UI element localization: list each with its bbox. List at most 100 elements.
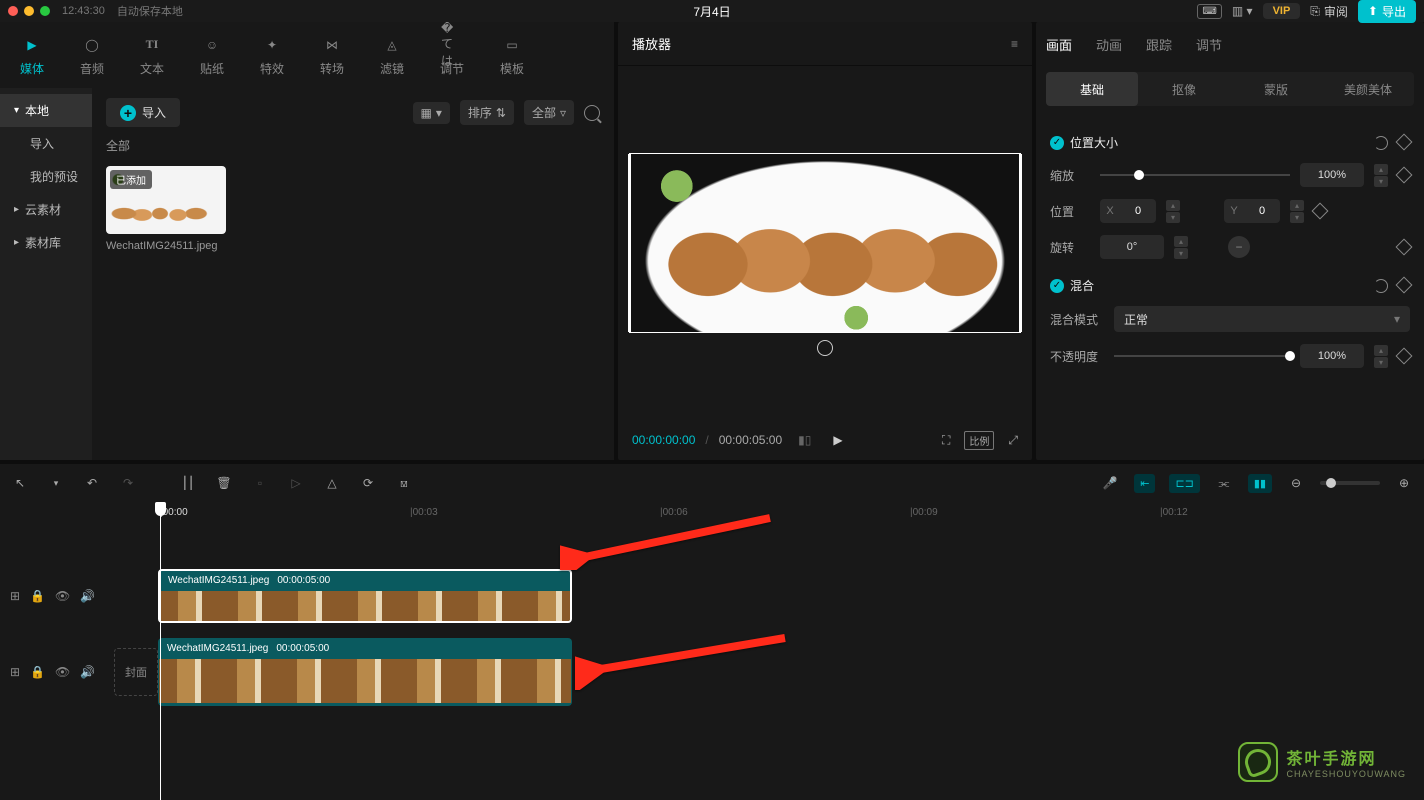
zoom-slider[interactable] — [1320, 481, 1380, 485]
subtab-mask[interactable]: 蒙版 — [1230, 72, 1322, 106]
link-button[interactable]: ⫘ — [1214, 473, 1234, 493]
keyframe-icon[interactable] — [1396, 167, 1413, 184]
playhead[interactable] — [160, 502, 161, 800]
window-maximize-icon[interactable] — [40, 6, 50, 16]
undo-button[interactable]: ↶ — [82, 473, 102, 493]
scale-value[interactable]: 100% — [1300, 163, 1364, 187]
cursor-tool[interactable]: ↖ — [10, 473, 30, 493]
pos-x-spinner[interactable]: ▴▾ — [1166, 200, 1180, 223]
freeze-frame-button[interactable]: ▫ — [250, 473, 270, 493]
tab-media[interactable]: ▶媒体 — [2, 22, 62, 88]
magnet-start-button[interactable]: ⇤ — [1134, 474, 1155, 493]
subtab-basic[interactable]: 基础 — [1046, 72, 1138, 106]
preview-canvas[interactable] — [629, 153, 1021, 333]
clip-main[interactable]: WechatIMG24511.jpeg 00:00:05:00 — [158, 638, 572, 706]
scale-slider[interactable] — [1100, 174, 1290, 176]
shortcuts-icon[interactable]: ⌨ — [1197, 4, 1221, 19]
media-thumbnail[interactable]: 已添加 WechatIMG24511.jpeg — [106, 166, 226, 252]
sidebar-item-import[interactable]: 导入 — [0, 127, 92, 160]
split-button[interactable]: ⎮⎮ — [178, 473, 198, 493]
compare-icon[interactable]: ▮▯ — [798, 433, 811, 447]
cursor-menu[interactable]: ▾ — [46, 473, 66, 493]
tab-effect[interactable]: ✦特效 — [242, 22, 302, 88]
import-button[interactable]: + 导入 — [106, 98, 180, 127]
eye-icon[interactable]: 👁 — [55, 665, 70, 679]
sort-button[interactable]: 排序⇅ — [460, 100, 514, 125]
sidebar-item-cloud[interactable]: ▸云素材 — [0, 193, 92, 226]
lock-icon[interactable]: 🔒 — [30, 589, 45, 603]
vip-badge[interactable]: VIP — [1263, 3, 1301, 19]
reset-icon[interactable] — [1374, 136, 1388, 150]
props-tab-adjust[interactable]: 调节 — [1196, 35, 1222, 54]
sidebar-item-library[interactable]: ▸素材库 — [0, 226, 92, 259]
tab-transition[interactable]: ⋈转场 — [302, 22, 362, 88]
speed-button[interactable]: ▷ — [286, 473, 306, 493]
play-button[interactable]: ▶ — [833, 433, 842, 447]
opacity-slider[interactable] — [1114, 355, 1290, 357]
search-icon[interactable] — [584, 105, 600, 121]
review-button[interactable]: ⎘ 审阅 — [1310, 3, 1348, 20]
check-icon[interactable]: ✓ — [1050, 279, 1064, 293]
mirror-button[interactable]: △ — [322, 473, 342, 493]
position-x-input[interactable]: X0 — [1100, 199, 1156, 223]
speaker-icon[interactable]: 🔊 — [80, 589, 95, 603]
props-tab-anim[interactable]: 动画 — [1096, 35, 1122, 54]
rotate-button[interactable]: ⟳ — [358, 473, 378, 493]
track-add-icon[interactable]: ⊞ — [10, 665, 20, 679]
tab-template[interactable]: ▭模板 — [482, 22, 542, 88]
eye-icon[interactable]: 👁 — [55, 589, 70, 603]
check-icon[interactable]: ✓ — [1050, 136, 1064, 150]
opacity-spinner[interactable]: ▴▾ — [1374, 345, 1388, 368]
zoom-in-button[interactable]: ⊕ — [1394, 473, 1414, 493]
rotate-spinner[interactable]: ▴▾ — [1174, 236, 1188, 259]
blend-mode-select[interactable]: 正常 ▾ — [1114, 306, 1410, 332]
mic-record-button[interactable]: 🎤 — [1100, 473, 1120, 493]
reset-icon[interactable] — [1374, 279, 1388, 293]
delete-button[interactable]: 🗑 — [214, 473, 234, 493]
subtab-matte[interactable]: 抠像 — [1138, 72, 1230, 106]
snap-button[interactable]: ▮▮ — [1248, 474, 1272, 493]
tab-audio[interactable]: ◯音频 — [62, 22, 122, 88]
tab-adjust[interactable]: �ては调节 — [422, 22, 482, 88]
filter-icon: ◬ — [381, 34, 403, 56]
pos-y-spinner[interactable]: ▴▾ — [1290, 200, 1304, 223]
sync-icon[interactable] — [817, 340, 833, 356]
track-add-icon[interactable]: ⊞ — [10, 589, 20, 603]
rotate-value[interactable]: 0° — [1100, 235, 1164, 259]
crop-button[interactable]: ⟏ — [394, 473, 414, 493]
view-grid-button[interactable]: ▦▾ — [413, 102, 450, 124]
magnet-button[interactable]: ⊏⊐ — [1169, 474, 1199, 493]
rotate-dial[interactable]: − — [1228, 236, 1250, 258]
window-close-icon[interactable] — [8, 6, 18, 16]
fullscreen-icon[interactable]: ⤢ — [1008, 433, 1018, 448]
tab-text[interactable]: TI文本 — [122, 22, 182, 88]
window-minimize-icon[interactable] — [24, 6, 34, 16]
keyframe-icon[interactable] — [1396, 276, 1413, 293]
cover-button[interactable]: 封面 — [114, 648, 158, 696]
scale-spinner[interactable]: ▴▾ — [1374, 164, 1388, 187]
tab-sticker[interactable]: ☺贴纸 — [182, 22, 242, 88]
lock-icon[interactable]: 🔒 — [30, 665, 45, 679]
opacity-value[interactable]: 100% — [1300, 344, 1364, 368]
position-y-input[interactable]: Y0 — [1224, 199, 1280, 223]
filter-all-button[interactable]: 全部▿ — [524, 100, 574, 125]
keyframe-icon[interactable] — [1396, 133, 1413, 150]
props-tab-track[interactable]: 跟踪 — [1146, 35, 1172, 54]
keyframe-icon[interactable] — [1312, 203, 1329, 220]
keyframe-icon[interactable] — [1396, 239, 1413, 256]
speaker-icon[interactable]: 🔊 — [80, 665, 95, 679]
sidebar-item-local[interactable]: ▾本地 — [0, 94, 92, 127]
props-tab-picture[interactable]: 画面 — [1046, 35, 1072, 54]
sidebar-item-presets[interactable]: 我的预设 — [0, 160, 92, 193]
redo-button[interactable]: ↷ — [118, 473, 138, 493]
tab-filter[interactable]: ◬滤镜 — [362, 22, 422, 88]
layout-icon[interactable]: ▥ ▾ — [1232, 4, 1253, 18]
keyframe-icon[interactable] — [1396, 348, 1413, 365]
clip-overlay[interactable]: WechatIMG24511.jpeg 00:00:05:00 — [158, 569, 572, 623]
export-button[interactable]: ⬆ 导出 — [1358, 0, 1416, 23]
frame-grab-icon[interactable]: ⛶ — [942, 433, 950, 448]
preview-menu-icon[interactable]: ≡ — [1011, 37, 1018, 51]
subtab-beauty[interactable]: 美颜美体 — [1322, 72, 1414, 106]
ratio-button[interactable]: 比例 — [964, 431, 994, 450]
zoom-out-button[interactable]: ⊖ — [1286, 473, 1306, 493]
